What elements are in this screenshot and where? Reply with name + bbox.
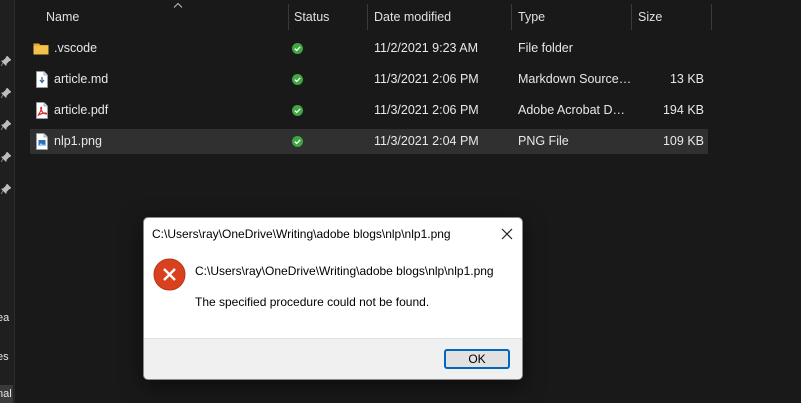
file-explorer-window: ea es nal Name Status Date modified Type… — [0, 0, 801, 403]
file-name: article.md — [54, 72, 109, 86]
pin-icon[interactable] — [1, 120, 11, 130]
column-separator[interactable] — [511, 4, 512, 30]
file-size: 109 KB — [662, 134, 704, 148]
file-type: Markdown Source… — [518, 72, 630, 86]
file-type: File folder — [518, 41, 573, 55]
file-size: 13 KB — [669, 72, 704, 86]
column-separator[interactable] — [367, 4, 368, 30]
file-size — [635, 36, 704, 61]
file-name: nlp1.png — [54, 134, 102, 148]
file-row-selected[interactable]: nlp1.png 11/3/2021 2:04 PM PNG File 109 … — [30, 129, 708, 154]
pin-icon[interactable] — [1, 152, 11, 162]
file-type: Adobe Acrobat D… — [518, 103, 626, 117]
column-separator[interactable] — [631, 4, 632, 30]
column-header-size[interactable]: Size — [638, 0, 662, 34]
close-icon[interactable] — [496, 223, 518, 245]
pdf-file-icon — [36, 102, 48, 119]
nav-item-label: nal — [0, 388, 11, 400]
pin-icon[interactable] — [1, 184, 11, 194]
pin-icon[interactable] — [1, 56, 11, 66]
synced-icon — [292, 74, 303, 85]
dialog-error-message: The specified procedure could not be fou… — [195, 295, 430, 309]
file-date-modified: 11/3/2021 2:06 PM — [374, 72, 479, 86]
synced-icon — [292, 136, 303, 147]
file-type: PNG File — [518, 134, 569, 148]
file-name: .vscode — [54, 41, 98, 55]
column-header-status[interactable]: Status — [294, 0, 329, 34]
file-date-modified: 11/3/2021 2:04 PM — [374, 134, 479, 148]
synced-icon — [292, 43, 303, 54]
error-icon — [153, 258, 186, 291]
dialog-title: C:\Users\ray\OneDrive\Writing\adobe blog… — [152, 227, 451, 241]
folder-icon — [33, 43, 49, 55]
column-separator[interactable] — [288, 4, 289, 30]
sort-ascending-icon — [173, 2, 183, 8]
ok-button[interactable]: OK — [444, 349, 510, 369]
file-row[interactable]: article.md 11/3/2021 2:06 PM Markdown So… — [30, 67, 708, 92]
synced-icon — [292, 105, 303, 116]
nav-item-label[interactable]: ea — [0, 312, 11, 324]
file-date-modified: 11/2/2021 9:23 AM — [374, 41, 479, 55]
markdown-file-icon — [36, 71, 48, 88]
file-row[interactable]: article.pdf 11/3/2021 2:06 PM Adobe Acro… — [30, 98, 708, 123]
file-size: 194 KB — [662, 103, 704, 117]
png-file-icon — [36, 133, 48, 150]
error-dialog: C:\Users\ray\OneDrive\Writing\adobe blog… — [143, 217, 523, 380]
nav-item-selected[interactable]: nal — [0, 385, 13, 403]
navigation-pane[interactable]: ea es nal — [0, 0, 14, 403]
column-header-type[interactable]: Type — [518, 0, 545, 34]
column-header: Name Status Date modified Type Size — [15, 0, 801, 34]
file-name: article.pdf — [54, 103, 109, 117]
file-row[interactable]: .vscode 11/2/2021 9:23 AM File folder — [30, 36, 708, 61]
pin-icon[interactable] — [1, 88, 11, 98]
dialog-footer: OK — [144, 338, 522, 379]
column-header-name[interactable]: Name — [46, 0, 79, 34]
file-date-modified: 11/3/2021 2:06 PM — [374, 103, 479, 117]
nav-item-label[interactable]: es — [0, 351, 11, 363]
dialog-file-path: C:\Users\ray\OneDrive\Writing\adobe blog… — [195, 264, 494, 278]
column-header-date-modified[interactable]: Date modified — [374, 0, 451, 34]
column-separator[interactable] — [711, 4, 712, 30]
pane-divider[interactable] — [14, 0, 15, 403]
